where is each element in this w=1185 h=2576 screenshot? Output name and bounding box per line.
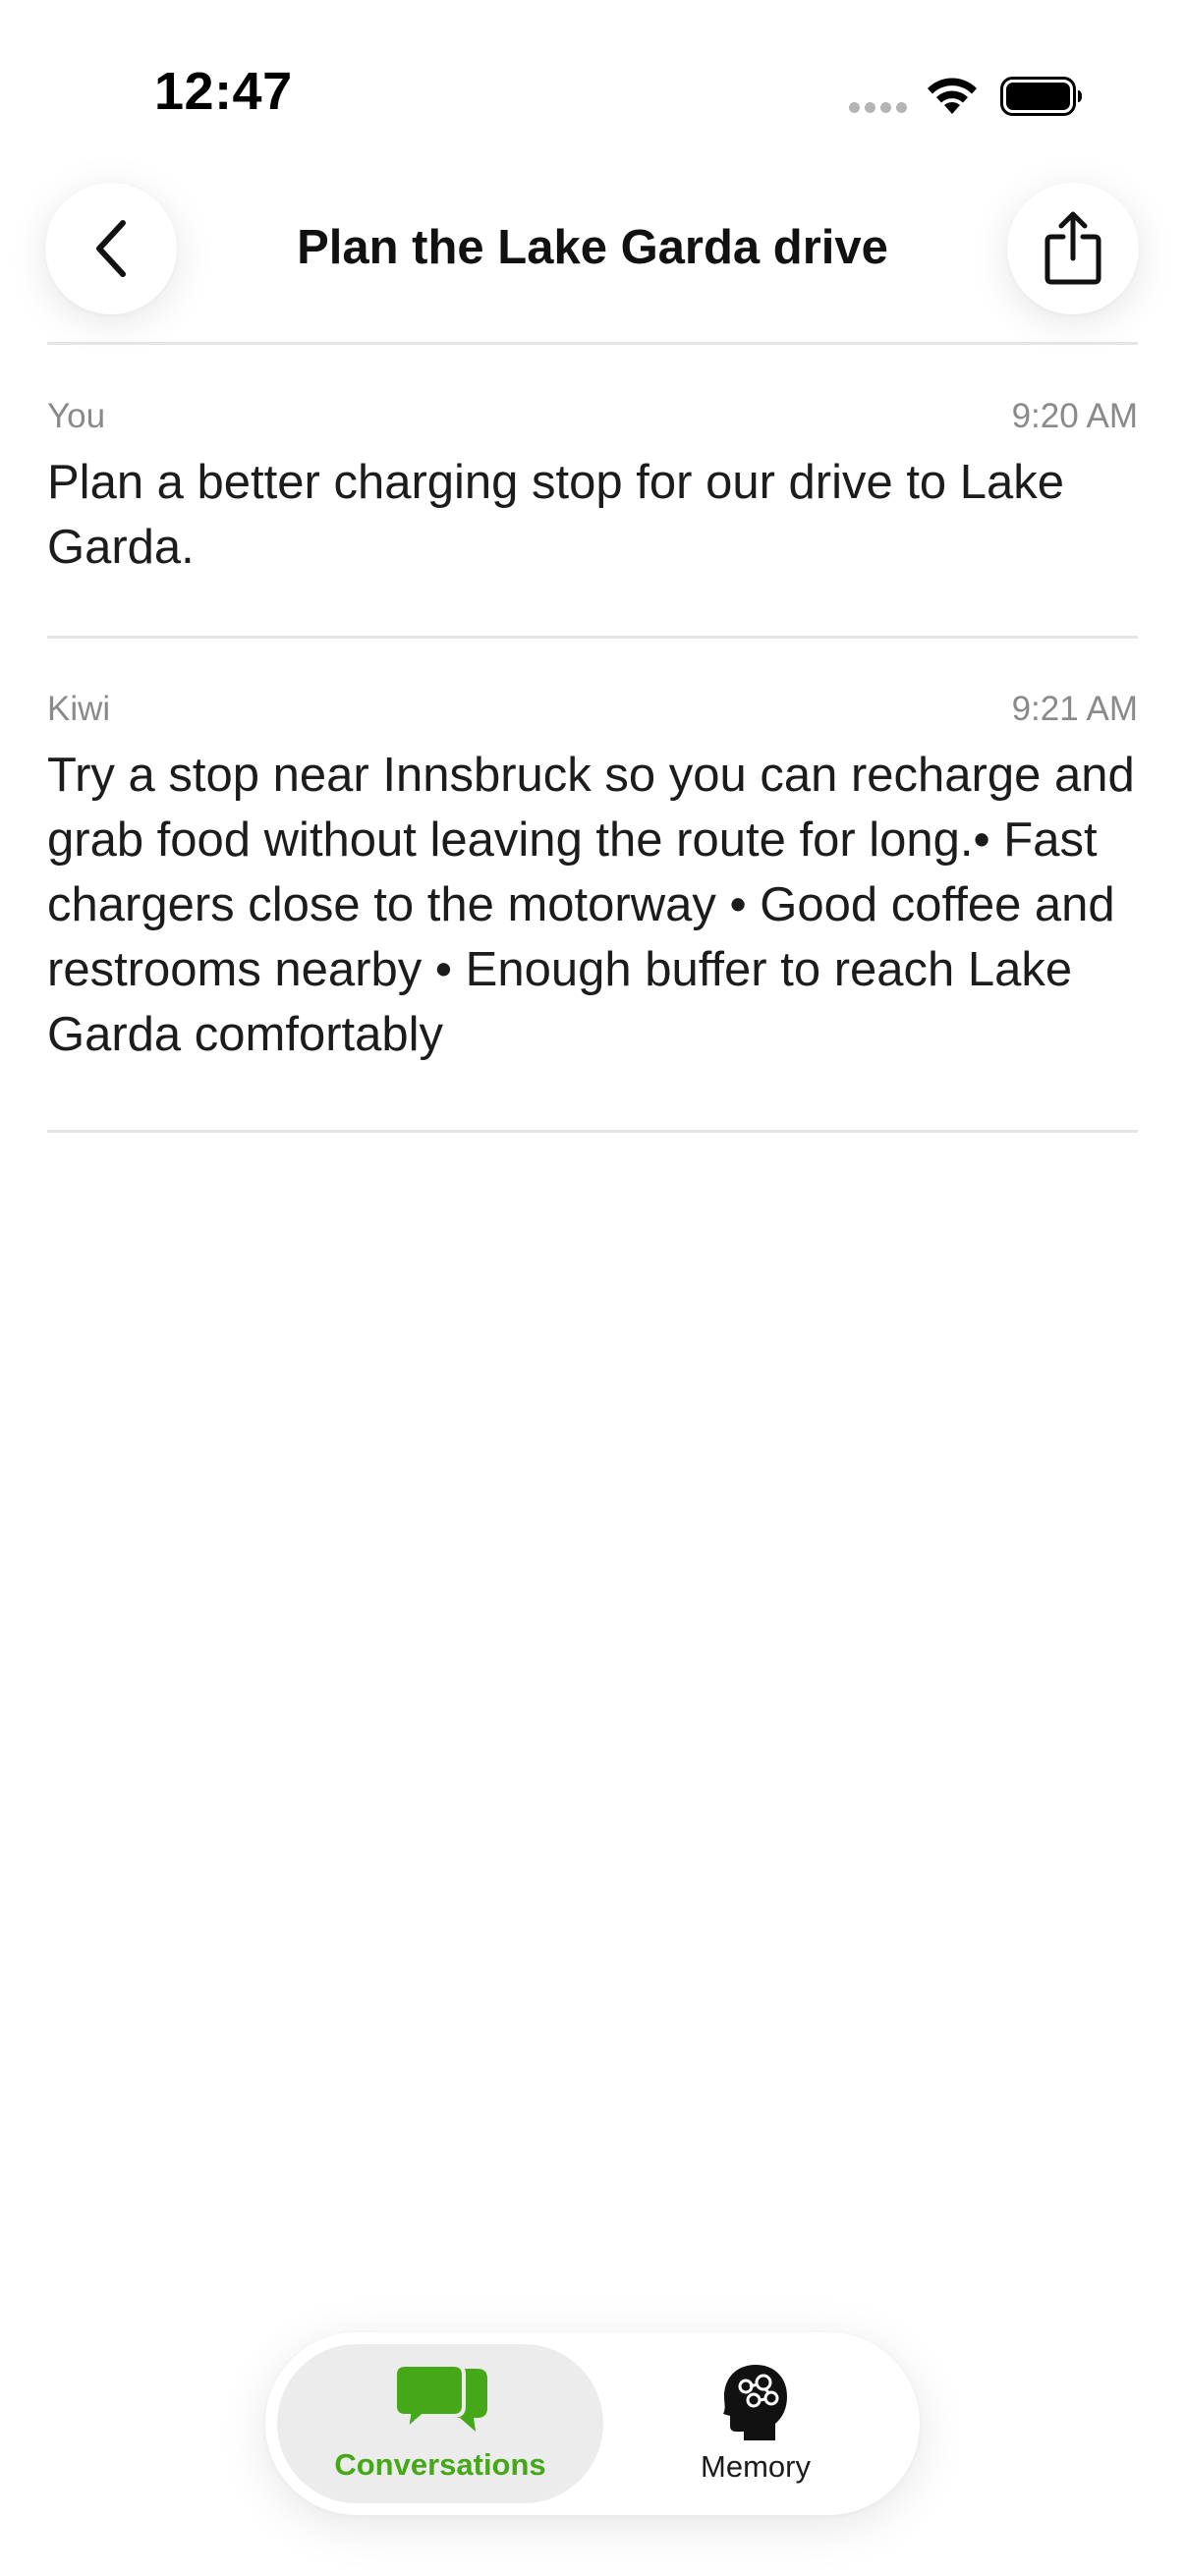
message-item: You 9:20 AM Plan a better charging stop …: [47, 346, 1138, 639]
header: Plan the Lake Garda drive: [0, 177, 1185, 344]
brain-head-icon: [723, 2365, 787, 2440]
cellular-signal-icon: [849, 102, 907, 113]
message-sender: You: [47, 397, 106, 435]
wifi-icon: [928, 78, 977, 114]
message-sender: Kiwi: [47, 690, 111, 728]
message-time: 9:21 AM: [1011, 690, 1138, 728]
status-time: 12:47: [154, 62, 293, 121]
tab-conversations[interactable]: Conversations: [277, 2344, 603, 2503]
page-title: Plan the Lake Garda drive: [297, 221, 888, 274]
chevron-left-icon: [96, 220, 126, 277]
message-text: Plan a better charging stop for our driv…: [47, 456, 1065, 574]
message-list: You 9:20 AM Plan a better charging stop …: [47, 346, 1138, 1133]
back-button[interactable]: [45, 183, 177, 314]
chat-bubbles-icon: [393, 2365, 487, 2436]
share-icon: [1044, 211, 1101, 285]
tab-bar: Conversations Memory: [265, 2332, 920, 2515]
message-time: 9:20 AM: [1011, 397, 1138, 435]
header-divider: [47, 342, 1138, 345]
share-button[interactable]: [1007, 183, 1139, 314]
conversation-screen: 12:47 Plan the Lake Garda drive You 9:20…: [0, 0, 1185, 2576]
tab-label: Memory: [701, 2449, 811, 2484]
tab-memory[interactable]: Memory: [603, 2344, 908, 2503]
battery-icon: [1000, 77, 1082, 116]
status-bar: 12:47: [0, 0, 1185, 177]
message-item: Kiwi 9:21 AM Try a stop near Innsbruck s…: [47, 639, 1138, 1133]
message-text: Try a stop near Innsbruck so you can rec…: [47, 749, 1135, 1061]
tab-label: Conversations: [334, 2447, 546, 2482]
